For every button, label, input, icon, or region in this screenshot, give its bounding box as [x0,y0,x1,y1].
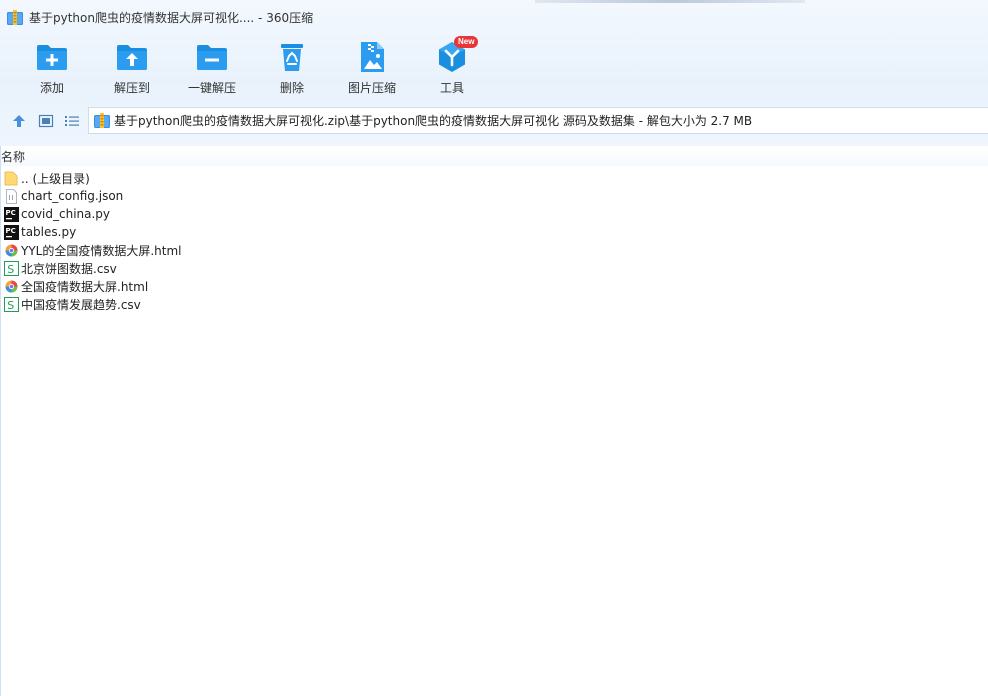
toolbar: 添加 解压到 一键解压 删除 图片压缩 New 工具 [0,36,988,98]
pycharm-file-icon: PC [4,224,19,240]
address-path: 基于python爬虫的疫情数据大屏可视化.zip\基于python爬虫的疫情数据… [114,114,753,128]
image-compress-button[interactable]: 图片压缩 [332,36,412,98]
new-badge: New [454,36,479,48]
app-window: 基于python爬虫的疫情数据大屏可视化.... - 360压缩 添加 解压到 … [0,0,988,696]
folder-icon [4,171,19,186]
list-item[interactable]: chart_config.json [0,187,988,205]
one-click-extract-icon [195,40,229,74]
add-folder-icon [35,40,69,74]
pycharm-file-icon: PC [4,206,19,222]
image-compress-icon [355,40,389,74]
address-row: 基于python爬虫的疫情数据大屏可视化.zip\基于python爬虫的疫情数据… [0,107,988,135]
csv-file-icon: S [4,296,19,312]
add-button-label: 添加 [39,81,64,95]
file-name: covid_china.py [21,207,111,221]
json-file-icon [4,188,19,204]
extract-to-button-label: 解压到 [113,81,150,95]
image-compress-label: 图片压缩 [347,81,396,95]
column-header[interactable]: 名称 [0,146,988,166]
window-title: 基于python爬虫的疫情数据大屏可视化.... - 360压缩 [29,10,314,25]
archive-icon [94,113,110,128]
file-name: YYL的全国疫情数据大屏.html [21,243,182,258]
list-item-parent-dir[interactable]: .. (上级目录) [0,169,988,187]
list-item[interactable]: PC covid_china.py [0,205,988,223]
list-item[interactable]: S 中国疫情发展趋势.csv [0,295,988,313]
file-list: .. (上级目录) chart_config.json PC covid_chi… [0,169,988,313]
delete-button-label: 删除 [279,81,304,95]
recycle-bin-icon [275,40,309,74]
list-item[interactable]: 全国疫情数据大屏.html [0,277,988,295]
list-item[interactable]: S 北京饼图数据.csv [0,259,988,277]
thumbnail-view-icon[interactable] [38,113,54,129]
one-click-extract-button[interactable]: 一键解压 [172,36,252,98]
file-name: tables.py [21,225,77,239]
list-item[interactable]: YYL的全国疫情数据大屏.html [0,241,988,259]
tools-cube-icon: New [435,36,479,74]
delete-button[interactable]: 删除 [252,36,332,98]
file-name: 中国疫情发展趋势.csv [21,297,141,312]
file-name: .. (上级目录) [21,171,90,186]
file-name: 北京饼图数据.csv [21,261,117,276]
svg-text:S: S [7,299,14,312]
extract-to-folder-icon [115,40,149,74]
list-view-icon[interactable] [64,113,80,129]
svg-text:PC: PC [6,209,16,217]
svg-text:S: S [7,263,14,276]
title-bar: 基于python爬虫的疫情数据大屏可视化.... - 360压缩 [0,0,988,34]
html-file-icon [4,279,19,294]
tools-button-label: 工具 [439,81,464,95]
extract-to-button[interactable]: 解压到 [92,36,172,98]
html-file-icon [4,243,19,258]
column-header-name: 名称 [1,150,26,164]
list-item[interactable]: PC tables.py [0,223,988,241]
up-arrow-icon[interactable] [11,113,27,129]
file-name: chart_config.json [21,189,124,203]
address-bar[interactable]: 基于python爬虫的疫情数据大屏可视化.zip\基于python爬虫的疫情数据… [88,107,988,134]
one-click-extract-label: 一键解压 [187,81,236,95]
file-name: 全国疫情数据大屏.html [21,279,149,294]
tools-button[interactable]: New 工具 [412,36,492,98]
svg-text:PC: PC [6,227,16,235]
archive-app-icon [7,9,23,25]
add-button[interactable]: 添加 [12,36,92,98]
csv-file-icon: S [4,260,19,276]
